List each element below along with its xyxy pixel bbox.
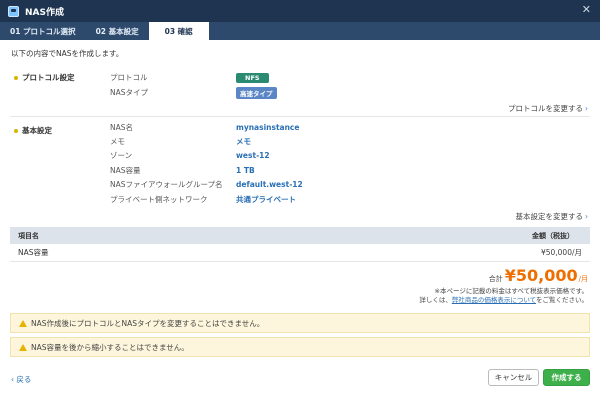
nas-app-icon (8, 5, 19, 17)
tab-protocol-select[interactable]: 01 プロトコル選択 (0, 22, 86, 40)
basic-section-title: 基本設定 (22, 126, 52, 135)
note-suffix: をご覧ください。 (536, 296, 588, 304)
pricing-table-header: 項目名 金額（税抜） (10, 227, 590, 244)
protocol-badge: NFS (236, 72, 269, 83)
nas-name-value: mynasinstance (236, 123, 300, 132)
chevron-right-icon: › (585, 212, 588, 221)
private-network-key: プライベート側ネットワーク (110, 195, 208, 204)
protocol-key: プロトコル (110, 73, 148, 82)
nas-type-badge: 高速タイプ (236, 86, 277, 99)
wizard-tabs: 01 プロトコル選択 02 基本設定 03 確認 (0, 22, 600, 40)
back-label: 戻る (16, 375, 32, 384)
warning-icon (19, 319, 27, 327)
total-label: 合計 (488, 275, 503, 283)
nas-name-key: NAS名 (110, 123, 134, 132)
bullet-icon (14, 128, 18, 133)
tab-basic-settings[interactable]: 02 基本設定 (86, 22, 149, 40)
back-link[interactable]: ‹ 戻る (11, 374, 31, 385)
protocol-section-label: プロトコル設定 (14, 72, 75, 83)
tab-confirm[interactable]: 03 確認 (148, 22, 209, 40)
change-protocol-label: プロトコルを変更する (508, 104, 583, 113)
table-row: NAS容量 ¥50,000/月 (10, 244, 590, 262)
window-title: NAS作成 (25, 7, 64, 18)
info-row: NAS名 mynasinstance (110, 121, 590, 134)
capacity-key: NAS容量 (110, 166, 141, 175)
header-item: 項目名 (18, 231, 39, 240)
warning-icon (19, 343, 27, 351)
title-bar: NAS作成 ✕ (0, 0, 600, 22)
memo-value: メモ (236, 137, 251, 146)
header-amount: 金額（税抜） (532, 231, 574, 240)
intro-text: 以下の内容でNASを作成します。 (11, 49, 124, 58)
note-prefix: 詳しくは、 (419, 296, 452, 304)
nas-type-key: NASタイプ (110, 88, 149, 97)
price-info-note: 詳しくは、弊社商品の価格表示についてをご覧ください。 (419, 294, 588, 304)
info-row: ゾーン west-12 (110, 149, 590, 162)
basic-section-label: 基本設定 (14, 125, 52, 136)
nas-type-row: NASタイプ 高速タイプ (110, 86, 590, 99)
change-basic-settings-link[interactable]: 基本設定を変更する › (516, 211, 589, 222)
divider (10, 116, 590, 117)
row-item: NAS容量 (18, 248, 49, 257)
warning-text: NAS容量を後から縮小することはできません。 (31, 342, 189, 352)
info-row: プライベート側ネットワーク 共通プライベート (110, 193, 590, 206)
private-network-value: 共通プライベート (236, 195, 296, 204)
info-row: NAS容量 1 TB (110, 164, 590, 177)
firewall-group-value: default.west-12 (236, 180, 303, 189)
info-row: NASファイアウォールグループ名 default.west-12 (110, 178, 590, 191)
protocol-section-title: プロトコル設定 (22, 73, 75, 82)
memo-key: メモ (110, 137, 125, 146)
price-display-link[interactable]: 弊社商品の価格表示について (452, 296, 536, 304)
capacity-value: 1 TB (236, 166, 255, 175)
row-amount: ¥50,000/月 (540, 248, 582, 257)
total-price: 合計 ¥50,000 /月 (489, 266, 588, 285)
protocol-row: プロトコル NFS (110, 71, 590, 84)
cancel-button[interactable]: キャンセル (488, 369, 539, 386)
warning-banner: NAS容量を後から縮小することはできません。 (10, 337, 590, 357)
close-icon[interactable]: ✕ (582, 4, 591, 16)
change-basic-settings-label: 基本設定を変更する (515, 212, 584, 221)
change-protocol-link[interactable]: プロトコルを変更する › (508, 103, 588, 114)
info-row: メモ メモ (110, 135, 590, 148)
bullet-icon (14, 75, 18, 80)
chevron-right-icon: › (585, 104, 588, 113)
zone-key: ゾーン (110, 151, 133, 160)
warning-text: NAS作成後にプロトコルとNASタイプを変更することはできません。 (31, 318, 265, 328)
zone-value: west-12 (236, 151, 270, 160)
total-unit: /月 (578, 275, 588, 283)
create-button[interactable]: 作成する (543, 369, 590, 386)
firewall-group-key: NASファイアウォールグループ名 (110, 180, 223, 189)
warning-banner: NAS作成後にプロトコルとNASタイプを変更することはできません。 (10, 313, 590, 333)
total-amount: ¥50,000 (504, 266, 578, 285)
